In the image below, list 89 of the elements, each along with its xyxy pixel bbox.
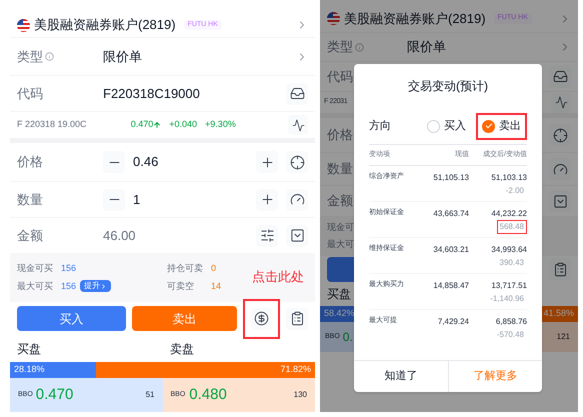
direction-label: 方向 bbox=[369, 118, 391, 134]
flag-icon bbox=[327, 12, 340, 25]
tray-icon[interactable] bbox=[286, 82, 308, 104]
field-label: 价格 bbox=[327, 127, 353, 142]
chart-icon[interactable] bbox=[551, 92, 571, 112]
direction-radio[interactable]: 卖出 bbox=[476, 112, 527, 140]
ask-ratio: 71.82% bbox=[280, 363, 312, 376]
stat-label: 最大可买 bbox=[17, 280, 54, 292]
bid-heading: 买盘 bbox=[17, 342, 41, 356]
table-cell: 34,993.64 bbox=[491, 244, 527, 256]
bid-ratio: 28.18% bbox=[14, 363, 45, 376]
dialog-button[interactable]: 知道了 bbox=[354, 361, 448, 392]
change-value: -2.00 bbox=[504, 185, 525, 197]
chart-icon[interactable] bbox=[288, 115, 308, 135]
tray-icon[interactable] bbox=[549, 66, 571, 88]
bid-price: 0.470 bbox=[36, 384, 74, 405]
table-cell: 6,858.76 bbox=[496, 316, 527, 328]
field-label: 数量 bbox=[327, 161, 353, 176]
bid-heading: 买盘 bbox=[327, 287, 351, 301]
ask-price: 0.480 bbox=[189, 384, 227, 405]
ask-ratio: 41.58% bbox=[543, 307, 575, 320]
upgrade-button[interactable]: 提升 bbox=[80, 280, 112, 292]
bid-price: 0. bbox=[342, 329, 353, 346]
order-type-value[interactable]: 限价单 bbox=[407, 37, 446, 57]
bid-ratio: 58.42% bbox=[324, 307, 355, 320]
sliders-icon[interactable] bbox=[256, 224, 278, 246]
stat-label: 持仓可卖 bbox=[167, 262, 204, 275]
table-cell: 51,103.13 bbox=[491, 172, 527, 184]
bid-size: 51 bbox=[146, 389, 154, 401]
table-cell: 13,717.51 bbox=[491, 280, 527, 292]
percent-change: +9.30% bbox=[205, 118, 236, 132]
info-icon[interactable] bbox=[45, 52, 54, 61]
change-value: -570.48 bbox=[496, 329, 525, 341]
check-icon bbox=[484, 122, 492, 130]
stat-label: 现金可 bbox=[327, 220, 355, 234]
stepper-value[interactable]: 0.46 bbox=[133, 152, 158, 172]
field-label: 类型 bbox=[17, 48, 43, 66]
stat-value: 0 bbox=[211, 262, 216, 275]
account-name: 美股融资融券账户(2819) bbox=[34, 16, 176, 34]
dialog-title: 交易变动(预计) bbox=[407, 78, 489, 95]
change-value: 568.48 bbox=[496, 220, 527, 234]
ask-size: 121 bbox=[556, 331, 570, 343]
table-cell-text: 14,858.47 bbox=[432, 280, 469, 292]
stat-label: 最大可 bbox=[327, 238, 355, 251]
field-label: 类型 bbox=[327, 38, 353, 56]
field-label: 价格 bbox=[17, 154, 43, 169]
clipboard-icon[interactable] bbox=[549, 258, 571, 280]
account-name: 美股融资融券账户(2819) bbox=[344, 10, 486, 28]
field-label: 数量 bbox=[17, 192, 43, 206]
stat-value: 14 bbox=[211, 280, 222, 292]
change-value: 390.43 bbox=[498, 257, 525, 269]
ask-heading: 卖盘 bbox=[170, 340, 194, 358]
field-label: 代码 bbox=[17, 86, 43, 100]
price-change: +0.040 bbox=[169, 118, 198, 132]
stat-value: 156 bbox=[61, 262, 76, 275]
plus-icon[interactable] bbox=[256, 188, 278, 210]
code-value[interactable]: F220318C19000 bbox=[103, 84, 200, 104]
annotation-text: 点击此处 bbox=[252, 268, 304, 286]
clipboard-icon[interactable] bbox=[286, 308, 308, 330]
order-type-value[interactable]: 限价单 bbox=[103, 46, 142, 66]
crosshair-icon[interactable] bbox=[549, 124, 571, 146]
flag-icon bbox=[17, 18, 30, 32]
dropdown-box-icon[interactable] bbox=[286, 224, 308, 246]
gauge-icon[interactable] bbox=[286, 188, 308, 210]
stepper-value[interactable]: 1 bbox=[133, 190, 140, 210]
field-label: 金额 bbox=[17, 228, 43, 242]
table-cell-text: 51,105.13 bbox=[432, 172, 469, 184]
table-cell: 44,232.22 bbox=[491, 208, 527, 220]
plus-icon[interactable] bbox=[256, 151, 278, 173]
table-cell-text: 7,429.24 bbox=[436, 316, 469, 328]
change-value: -1,140.96 bbox=[489, 293, 525, 305]
arrow-up-icon bbox=[153, 121, 162, 129]
last-price: 0.470 bbox=[130, 118, 162, 132]
direction-radio[interactable]: 买入 bbox=[421, 112, 472, 140]
field-label: 代码 bbox=[327, 68, 353, 84]
table-cell-text: 34,603.21 bbox=[432, 244, 469, 256]
dropdown-box-icon[interactable] bbox=[549, 190, 571, 212]
field-label: 金额 bbox=[327, 193, 353, 208]
stat-label: 可卖空 bbox=[167, 280, 195, 292]
stat-label: 现金可买 bbox=[17, 262, 54, 275]
contract-name: F 220318 19.00C bbox=[17, 118, 87, 132]
gauge-icon[interactable] bbox=[549, 158, 571, 180]
stat-value: 156 bbox=[61, 280, 76, 292]
amount-value: 46.00 bbox=[103, 226, 136, 245]
ask-size: 130 bbox=[294, 389, 307, 401]
crosshair-icon[interactable] bbox=[286, 151, 308, 173]
chevron-right-icon bbox=[100, 282, 108, 290]
table-cell-text: 43,663.74 bbox=[432, 208, 469, 220]
buy-button[interactable]: 买入 bbox=[17, 306, 126, 331]
